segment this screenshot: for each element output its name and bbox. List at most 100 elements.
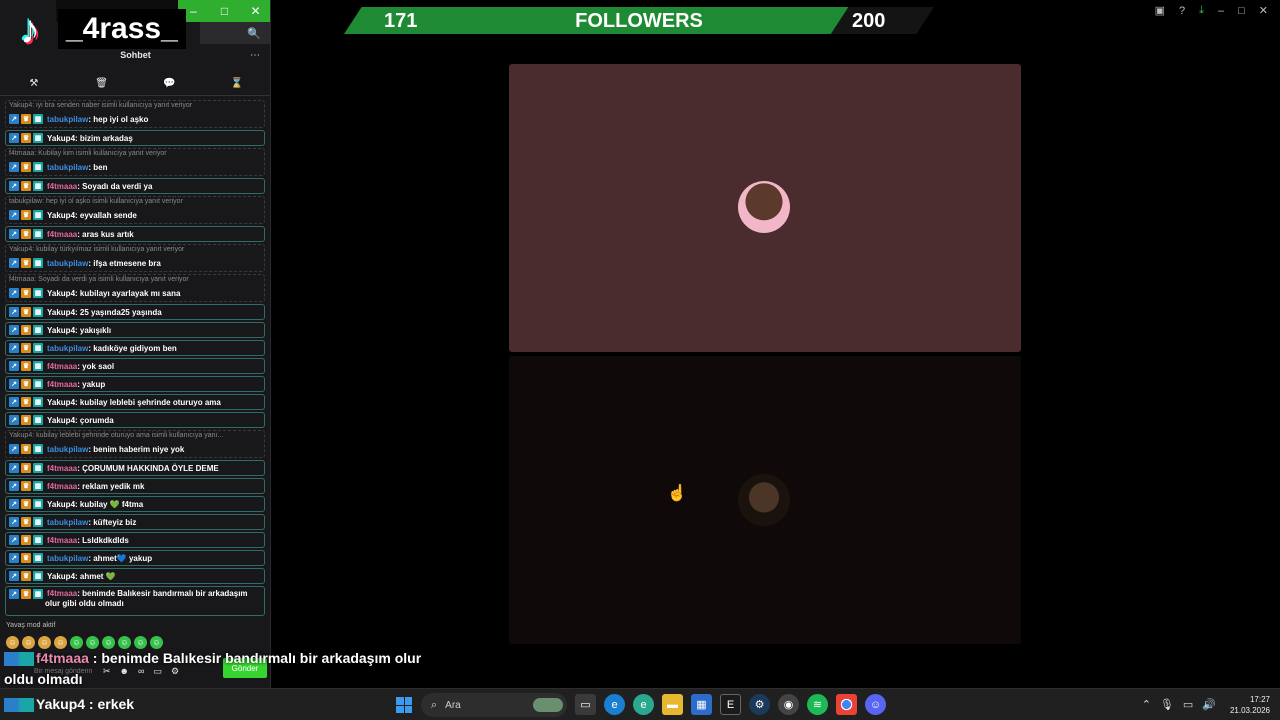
message-username[interactable]: Yakup4 <box>47 500 75 509</box>
help-icon[interactable]: ? <box>1179 5 1185 17</box>
chat-message[interactable]: ↗ ♛ ▦ f4tmaaa: Lsldkdkdlds <box>5 532 265 548</box>
user-badges: ↗ ♛ ▦ <box>9 114 45 124</box>
message-username[interactable]: f4tmaaa <box>47 230 77 239</box>
chat-message[interactable]: ↗ ♛ ▦ f4tmaaa: yakup <box>5 376 265 392</box>
chat-message[interactable]: ↗ ♛ ▦ Yakup4: kubilayı ayarlayak mı sana <box>6 285 264 301</box>
app-icon[interactable]: ◉ <box>778 694 799 715</box>
moderator-badge-icon: ↗ <box>9 517 19 527</box>
hammer-icon[interactable]: ⚒ <box>19 78 49 89</box>
chat-message[interactable]: ↗ ♛ ▦ Yakup4: yakışıklı <box>5 322 265 338</box>
search-highlight-icon <box>533 698 563 712</box>
crown-badge-icon: ♛ <box>21 553 31 563</box>
chat-message[interactable]: ↗ ♛ ▦ Yakup4: ahmet 💚 <box>5 568 265 584</box>
chat-message[interactable]: ↗ ♛ ▦ f4tmaaa: yok saol <box>5 358 265 374</box>
reply-context: Yakup4: kubilay türkyılmaz isimli kullan… <box>9 246 185 253</box>
download-icon[interactable]: ⤓ <box>1199 4 1204 17</box>
epic-games-icon[interactable]: E <box>720 694 741 715</box>
chat-message[interactable]: ↗ ♛ ▦ Yakup4: kubilay 💚 f4tma <box>5 496 265 512</box>
message-username[interactable]: Yakup4 <box>47 416 75 425</box>
file-explorer-icon[interactable]: ▬ <box>662 694 683 715</box>
chat-message[interactable]: ↗ ♛ ▦ tabukpilaw: ifşa etmesene bra <box>6 255 264 271</box>
message-username[interactable]: f4tmaaa <box>47 482 77 491</box>
chat-bubble-icon[interactable]: 💬 <box>154 78 184 89</box>
minimize-icon[interactable]: – <box>1218 5 1224 17</box>
chat-message[interactable]: ↗ ♛ ▦ Yakup4: kubilay leblebi şehrinde otur… <box>5 394 265 410</box>
store-icon[interactable]: ▦ <box>691 694 712 715</box>
message-username[interactable]: tabukpilaw <box>47 445 88 454</box>
chat-message[interactable]: ↗ ♛ ▦ Yakup4: bizim arkadaş <box>5 130 265 146</box>
discord-icon[interactable]: ☺ <box>865 694 886 715</box>
more-options-icon[interactable]: ⋯ <box>250 50 260 61</box>
tiktok-logo: ♪ <box>20 7 40 52</box>
moderator-badge-icon: ↗ <box>9 444 19 454</box>
chat-message[interactable]: ↗ ♛ ▦ tabukpilaw: ben <box>6 159 264 175</box>
message-username[interactable]: tabukpilaw <box>47 259 88 268</box>
chat-message[interactable]: ↗ ♛ ▦ f4tmaaa: Soyadı da verdi ya <box>5 178 265 194</box>
message-username[interactable]: tabukpilaw <box>47 344 88 353</box>
message-username[interactable]: tabukpilaw <box>47 554 88 563</box>
message-text: aras kus artık <box>82 229 134 239</box>
edge-dev-icon[interactable]: e <box>633 694 654 715</box>
chat-message[interactable]: ↗ ♛ ▦ f4tmaaa: reklam yedik mk <box>5 478 265 494</box>
chat-message[interactable]: ↗ ♛ ▦ tabukpilaw: hep iyi ol aşko <box>6 111 264 127</box>
steam-icon[interactable]: ⚙ <box>749 694 770 715</box>
chat-message-list[interactable]: Yakup4: iyi bra senden naber isimli kull… <box>5 100 265 616</box>
chat-message[interactable]: ↗ ♛ ▦ f4tmaaa: benimde Balıkesir bandırmalı… <box>5 586 265 616</box>
message-username[interactable]: f4tmaaa <box>47 464 77 473</box>
user-badges: ↗ ♛ ▦ <box>9 210 45 220</box>
trash-icon[interactable]: 🗑 <box>87 78 117 89</box>
message-username[interactable]: Yakup4 <box>47 398 75 407</box>
message-username[interactable]: tabukpilaw <box>47 163 88 172</box>
edge-icon[interactable]: e <box>604 694 625 715</box>
message-username[interactable]: Yakup4 <box>47 572 75 581</box>
hourglass-icon[interactable]: ⌛ <box>222 78 252 89</box>
chat-message[interactable]: ↗ ♛ ▦ f4tmaaa: aras kus artık <box>5 226 265 242</box>
start-button[interactable] <box>396 697 412 713</box>
host-video-tile[interactable] <box>509 356 1021 644</box>
message-username[interactable]: tabukpilaw <box>47 115 88 124</box>
crown-badge-icon: ♛ <box>21 517 31 527</box>
chat-message[interactable]: ↗ ♛ ▦ f4tmaaa: ÇORUMUM HAKKINDA ÖYLE DEME <box>5 460 265 476</box>
crown-badge-icon: ♛ <box>21 444 31 454</box>
message-username[interactable]: tabukpilaw <box>47 518 88 527</box>
message-username[interactable]: f4tmaaa <box>47 536 77 545</box>
network-icon[interactable]: ▭ <box>1183 698 1193 711</box>
message-username[interactable]: Yakup4 <box>47 289 75 298</box>
task-view-icon[interactable]: ▭ <box>575 694 596 715</box>
message-username[interactable]: Yakup4 <box>47 308 75 317</box>
chat-message[interactable]: ↗ ♛ ▦ tabukpilaw: benim haberim niye yok <box>6 441 264 457</box>
level-badge-icon: ▦ <box>33 133 43 143</box>
message-username[interactable]: Yakup4 <box>47 211 75 220</box>
guest-video-tile[interactable] <box>509 64 1021 352</box>
message-username[interactable]: Yakup4 <box>47 326 75 335</box>
message-username[interactable]: f4tmaaa <box>47 380 77 389</box>
taskbar-clock[interactable]: 17:27 21.03.2026 <box>1230 694 1270 716</box>
chat-message[interactable]: ↗ ♛ ▦ tabukpilaw: kadıköye gidiyom ben <box>5 340 265 356</box>
message-username[interactable]: Yakup4 <box>47 134 75 143</box>
chat-message[interactable]: ↗ ♛ ▦ Yakup4: 25 yaşında25 yaşında <box>5 304 265 320</box>
moderator-badge-icon: ↗ <box>9 397 19 407</box>
chat-message[interactable]: ↗ ♛ ▦ tabukpilaw: küfteyiz biz <box>5 514 265 530</box>
microphone-icon[interactable]: 🎙 <box>1160 698 1174 711</box>
close-icon[interactable]: ✕ <box>1259 4 1268 17</box>
chat-search-button[interactable]: 🔍 <box>200 22 270 44</box>
chat-message[interactable]: ↗ ♛ ▦ tabukpilaw: ahmet💙 yakup <box>5 550 265 566</box>
maximize-icon[interactable]: □ <box>1238 5 1245 17</box>
maximize-button[interactable]: □ <box>209 0 240 22</box>
volume-icon[interactable]: 🔊 <box>1202 698 1216 711</box>
spotify-icon[interactable]: ≋ <box>807 694 828 715</box>
cast-icon[interactable]: ▣ <box>1155 4 1165 17</box>
message-username[interactable]: f4tmaaa <box>47 362 77 371</box>
level-badge-icon: ▦ <box>33 415 43 425</box>
taskbar-search[interactable]: ⌕ Ara <box>421 693 567 717</box>
level-badge-icon: ▦ <box>33 444 43 454</box>
moderator-badge-icon: ↗ <box>9 114 19 124</box>
chevron-up-icon[interactable]: ⌃ <box>1142 698 1151 711</box>
chat-message[interactable]: ↗ ♛ ▦ Yakup4: çorumda <box>5 412 265 428</box>
crown-badge-icon: ♛ <box>21 288 31 298</box>
close-button[interactable]: ✕ <box>240 0 270 22</box>
chat-message[interactable]: ↗ ♛ ▦ Yakup4: eyvallah sende <box>6 207 264 223</box>
chrome-icon[interactable] <box>836 694 857 715</box>
message-username[interactable]: f4tmaaa <box>47 182 77 191</box>
message-username[interactable]: f4tmaaa <box>47 589 77 598</box>
